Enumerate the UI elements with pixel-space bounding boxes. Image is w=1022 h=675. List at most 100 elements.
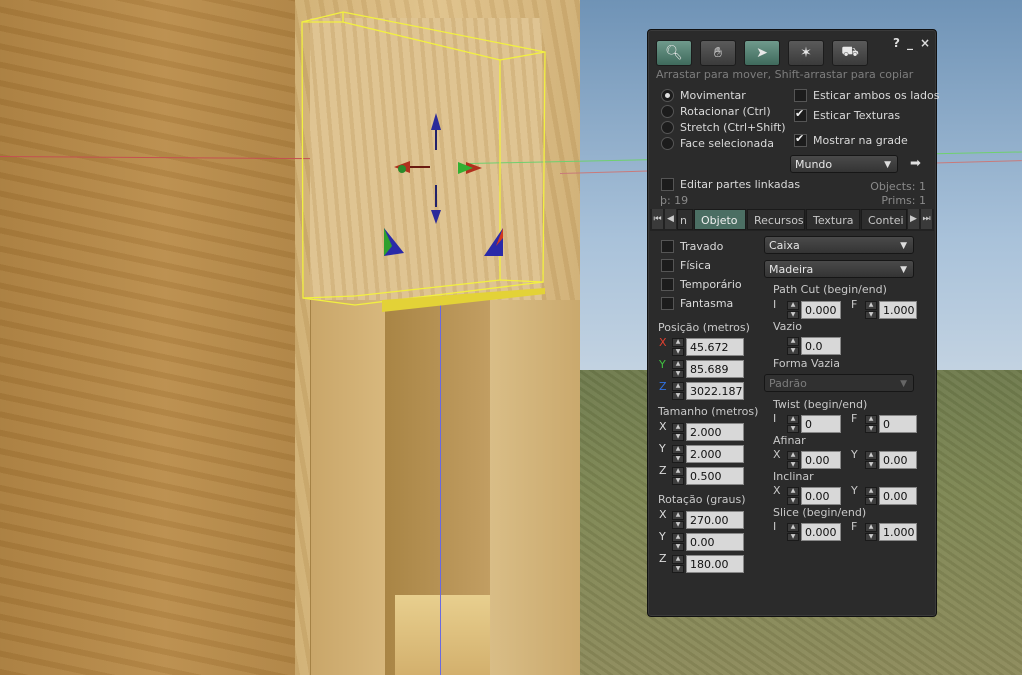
radio-indicator	[661, 121, 674, 134]
physics-checkbox[interactable]: Física	[661, 259, 711, 272]
position-y-spinner[interactable]: ▲ ▼	[672, 360, 684, 378]
twist-begin-label: I	[773, 412, 777, 425]
locked-checkbox[interactable]: Travado	[661, 240, 723, 253]
size-y-field[interactable]: 2.000	[686, 445, 744, 463]
rotation-z-spinner[interactable]: ▲ ▼	[672, 555, 684, 573]
slice-end-spinner[interactable]: ▲ ▼	[865, 523, 877, 541]
hollow-spinner[interactable]: ▲ ▼	[787, 337, 799, 355]
stretch-textures-checkbox[interactable]: Esticar Texturas	[794, 107, 900, 122]
tab-general[interactable]: n	[677, 209, 693, 230]
twist-begin-field[interactable]: 0	[801, 415, 841, 433]
size-z-spinner[interactable]: ▲ ▼	[672, 467, 684, 485]
tab-last-icon[interactable]: ⏭	[921, 209, 932, 229]
hollow-field[interactable]: 0.0	[801, 337, 841, 355]
path-cut-end-field[interactable]: 1.000	[879, 301, 917, 319]
material-select[interactable]: Madeira ▼	[764, 260, 914, 278]
rotation-y-field[interactable]: 0.00	[686, 533, 744, 551]
twist-label: Twist (begin/end)	[773, 398, 868, 411]
size-x-axis: X	[659, 420, 667, 433]
size-label: Tamanho (metros)	[658, 405, 759, 418]
position-y-field[interactable]: 85.689	[686, 360, 744, 378]
mode-rotate-radio[interactable]: Rotacionar (Ctrl)	[661, 105, 771, 118]
position-z-spinner[interactable]: ▲ ▼	[672, 382, 684, 400]
chevron-down-icon: ▼	[900, 241, 907, 251]
rotation-z-field[interactable]: 180.00	[686, 555, 744, 573]
tab-object[interactable]: Objeto	[694, 209, 746, 230]
taper-x-field[interactable]: 0.00	[801, 451, 841, 469]
create-tool-button[interactable]: ✶	[788, 40, 824, 66]
twist-end-spinner[interactable]: ▲ ▼	[865, 415, 877, 433]
help-button[interactable]: ?	[893, 36, 900, 50]
slice-begin-spinner[interactable]: ▲ ▼	[787, 523, 799, 541]
tab-next-icon[interactable]: ▶	[908, 209, 919, 229]
checkbox-box	[661, 278, 674, 291]
tab-texture[interactable]: Textura	[806, 209, 860, 230]
show-grid-checkbox[interactable]: Mostrar na grade	[794, 132, 908, 147]
move-manipulator-plane-handle-left[interactable]	[384, 228, 404, 256]
path-cut-begin-spinner[interactable]: ▲ ▼	[787, 301, 799, 319]
path-cut-end-label: F	[851, 298, 858, 311]
taper-x-spinner[interactable]: ▲ ▼	[787, 451, 799, 469]
position-z-field[interactable]: 3022.187	[686, 382, 744, 400]
grid-ruler-select[interactable]: Mundo ▼	[790, 155, 898, 173]
move-manipulator-z-arrow[interactable]	[431, 113, 441, 224]
phantom-checkbox[interactable]: Fantasma	[661, 297, 733, 310]
tab-first-icon[interactable]: ⏮	[652, 209, 663, 229]
grid-options-arrow-icon[interactable]: ➡	[910, 156, 921, 171]
rotation-y-spinner[interactable]: ▲ ▼	[672, 533, 684, 551]
shear-label: Inclinar	[773, 470, 814, 483]
land-tool-button[interactable]: ⛟	[832, 40, 868, 66]
taper-y-spinner[interactable]: ▲ ▼	[865, 451, 877, 469]
position-x-axis: X	[659, 336, 667, 349]
rotation-x-field[interactable]: 270.00	[686, 511, 744, 529]
mode-select-face-radio[interactable]: Face selecionada	[661, 137, 774, 150]
taper-y-label: Y	[851, 448, 858, 461]
shear-x-spinner[interactable]: ▲ ▼	[787, 487, 799, 505]
size-y-spinner[interactable]: ▲ ▼	[672, 445, 684, 463]
path-cut-begin-field[interactable]: 0.000	[801, 301, 841, 319]
hollow-label: Vazio	[773, 320, 802, 333]
build-tools-floater[interactable]: ? _ × 🔍︎ ✋︎ ➤ ✶ ⛟ Arrastar para mover, S…	[647, 29, 939, 617]
edit-linked-checkbox[interactable]: Editar partes linkadas	[661, 178, 800, 191]
tab-content[interactable]: Contei	[861, 209, 907, 230]
twist-end-field[interactable]: 0	[879, 415, 917, 433]
tab-features[interactable]: Recursos	[747, 209, 805, 230]
edit-tool-button[interactable]: ➤	[744, 40, 780, 66]
slice-begin-field[interactable]: 0.000	[801, 523, 841, 541]
twist-begin-spinner[interactable]: ▲ ▼	[787, 415, 799, 433]
rotation-x-spinner[interactable]: ▲ ▼	[672, 511, 684, 529]
mode-stretch-radio[interactable]: Stretch (Ctrl+Shift)	[661, 121, 786, 134]
chevron-down-icon: ▼	[900, 265, 907, 275]
title-controls: ? _ ×	[893, 36, 930, 50]
stretch-both-sides-checkbox[interactable]: Esticar ambos os lados	[794, 89, 939, 102]
tab-prev-icon[interactable]: ◀	[665, 209, 676, 229]
move-tool-button[interactable]: ✋︎	[700, 40, 736, 66]
selection-outline	[301, 11, 546, 306]
position-x-spinner[interactable]: ▲ ▼	[672, 338, 684, 356]
mode-label: Rotacionar (Ctrl)	[680, 105, 771, 118]
size-x-spinner[interactable]: ▲ ▼	[672, 423, 684, 441]
option-label: Editar partes linkadas	[680, 178, 801, 191]
option-label: Travado	[680, 240, 724, 253]
temporary-checkbox[interactable]: Temporário	[661, 278, 742, 291]
size-x-field[interactable]: 2.000	[686, 423, 744, 441]
position-x-field[interactable]: 45.672	[686, 338, 744, 356]
taper-x-label: X	[773, 448, 781, 461]
building-block-select[interactable]: Caixa ▼	[764, 236, 914, 254]
minimize-button[interactable]: _	[907, 36, 913, 50]
size-z-field[interactable]: 0.500	[686, 467, 744, 485]
hollow-shape-select[interactable]: Padrão ▼	[764, 374, 914, 392]
focus-tool-button[interactable]: 🔍︎	[656, 40, 692, 66]
position-label: Posição (metros)	[658, 321, 750, 334]
wand-icon: ✶	[800, 45, 812, 61]
path-cut-end-spinner[interactable]: ▲ ▼	[865, 301, 877, 319]
mode-move-radio[interactable]: Movimentar	[661, 89, 746, 102]
material-value: Madeira	[769, 263, 814, 276]
taper-y-field[interactable]: 0.00	[879, 451, 917, 469]
close-button[interactable]: ×	[920, 36, 930, 50]
shear-y-spinner[interactable]: ▲ ▼	[865, 487, 877, 505]
shear-x-field[interactable]: 0.00	[801, 487, 841, 505]
shear-y-field[interactable]: 0.00	[879, 487, 917, 505]
radio-indicator	[661, 105, 674, 118]
slice-end-field[interactable]: 1.000	[879, 523, 917, 541]
